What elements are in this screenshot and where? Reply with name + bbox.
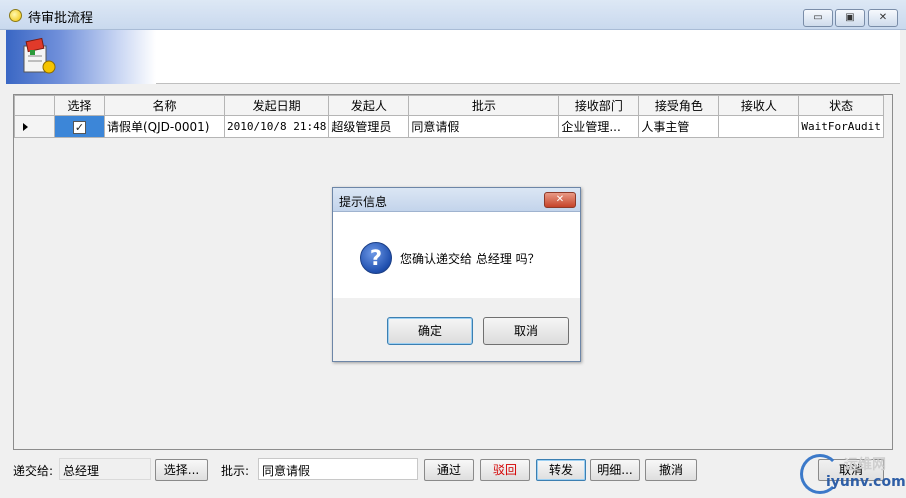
process-table: 选择 名称 发起日期 发起人 批示 接收部门 接受角色 接收人 状态 ✓ 请假单…	[14, 95, 884, 138]
select-button[interactable]: 选择...	[155, 459, 208, 481]
col-header-dept[interactable]: 接收部门	[558, 95, 640, 116]
confirm-dialog: 提示信息 ✕ ? 您确认递交给 总经理 吗？ 确定 取消	[332, 187, 581, 362]
forward-button[interactable]: 转发	[536, 459, 586, 481]
col-header-initiator[interactable]: 发起人	[328, 95, 410, 116]
window-titlebar: 待审批流程 ▭ ▣ ✕	[0, 0, 906, 30]
select-cell[interactable]: ✓	[54, 115, 105, 138]
header-strip	[6, 30, 900, 84]
dialog-title: 提示信息	[339, 195, 388, 209]
select-checkbox[interactable]: ✓	[73, 120, 86, 134]
cell-receiver[interactable]	[718, 115, 800, 138]
revoke-button[interactable]: 撤消	[645, 459, 697, 481]
cell-dept[interactable]: 企业管理...	[558, 115, 640, 138]
submit-to-field[interactable]: 总经理	[59, 458, 151, 480]
dialog-titlebar: 提示信息 ✕	[333, 188, 580, 212]
col-header-receiver[interactable]: 接收人	[718, 95, 800, 116]
row-indicator[interactable]	[14, 115, 55, 138]
cell-instruction[interactable]: 同意请假	[408, 115, 560, 138]
dialog-body: ? 您确认递交给 总经理 吗？	[333, 212, 580, 298]
col-header-role[interactable]: 接受角色	[638, 95, 720, 116]
watermark-cn-text: 运维网	[844, 457, 886, 473]
window-title: 待审批流程	[28, 11, 94, 26]
dialog-message: 您确认递交给 总经理 吗？	[400, 252, 540, 266]
maximize-button[interactable]: ▣	[835, 9, 865, 27]
close-button[interactable]: ✕	[868, 9, 898, 27]
row-arrow-icon	[23, 122, 28, 131]
instruction-input[interactable]: 同意请假	[258, 458, 418, 480]
site-watermark: 运维网 iyunv.com	[800, 452, 906, 498]
approval-logo-icon	[23, 37, 56, 74]
dialog-cancel-button[interactable]: 取消	[483, 317, 569, 345]
cell-initiator[interactable]: 超级管理员	[328, 115, 410, 138]
table-row[interactable]: ✓ 请假单(QJD-0001) 2010/10/8 21:48 超级管理员 同意…	[14, 115, 884, 138]
cell-date[interactable]: 2010/10/8 21:48	[223, 115, 330, 138]
dialog-close-button[interactable]: ✕	[544, 192, 576, 208]
watermark-en-text: iyunv.com	[826, 474, 906, 490]
submit-to-label: 递交给:	[13, 464, 54, 478]
question-icon: ?	[360, 242, 392, 274]
pass-button[interactable]: 通过	[424, 459, 474, 481]
cell-role[interactable]: 人事主管	[638, 115, 720, 138]
reject-button[interactable]: 驳回	[480, 459, 530, 481]
col-header-select[interactable]: 选择	[54, 95, 105, 116]
minimize-button[interactable]: ▭	[803, 9, 833, 27]
detail-button[interactable]: 明细...	[590, 459, 640, 481]
cell-status[interactable]: WaitForAudit	[798, 115, 884, 138]
col-header-name[interactable]: 名称	[104, 95, 225, 116]
col-header-date[interactable]: 发起日期	[223, 95, 330, 116]
col-header-status[interactable]: 状态	[798, 95, 884, 116]
cell-name[interactable]: 请假单(QJD-0001)	[104, 115, 225, 138]
col-header-instruction[interactable]: 批示	[408, 95, 560, 116]
app-icon	[9, 9, 22, 22]
dialog-ok-button[interactable]: 确定	[387, 317, 473, 345]
row-header-corner	[14, 95, 55, 116]
instruction-label: 批示:	[221, 464, 250, 478]
table-header-row: 选择 名称 发起日期 发起人 批示 接收部门 接受角色 接收人 状态	[14, 95, 884, 116]
